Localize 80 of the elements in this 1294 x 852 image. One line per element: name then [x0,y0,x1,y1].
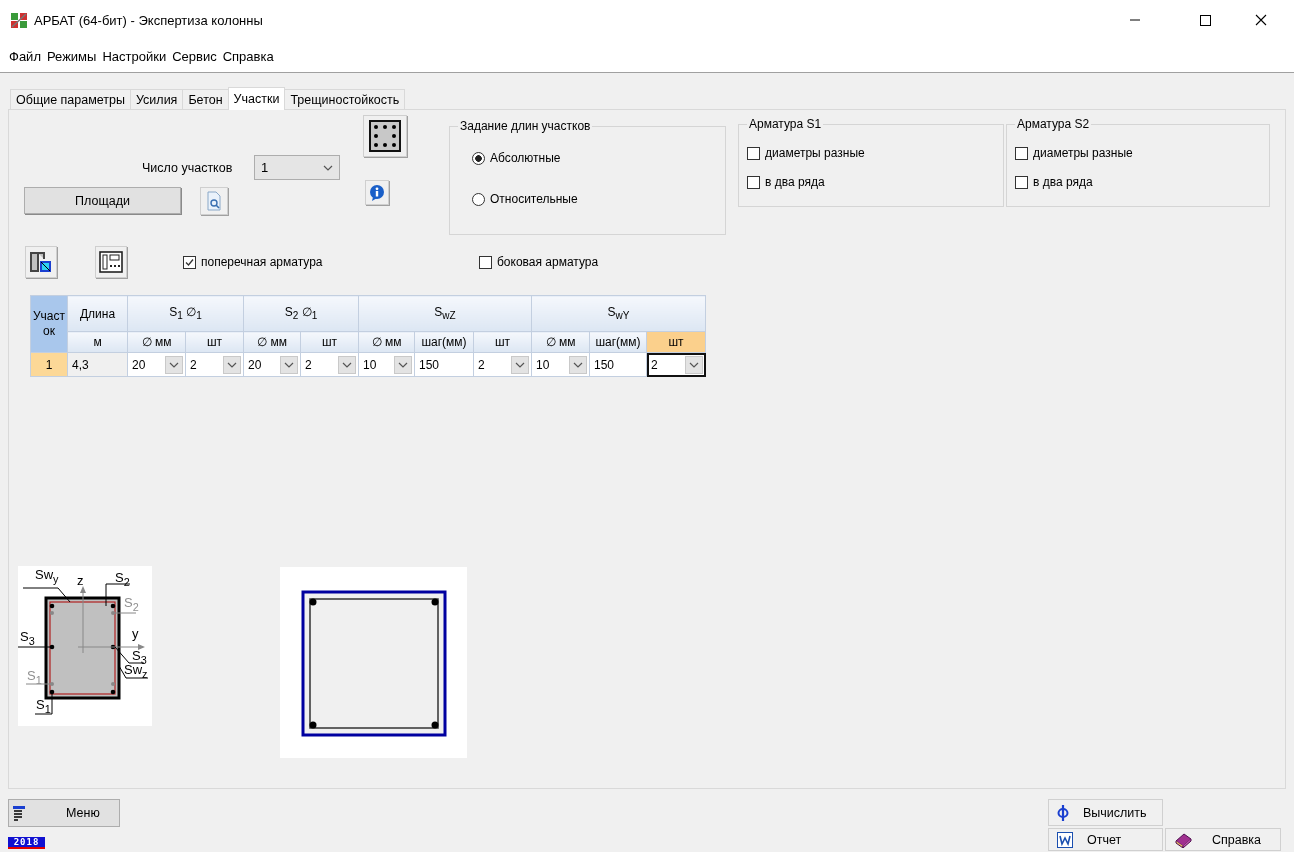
checkbox[interactable] [747,175,760,189]
checkbox[interactable] [183,255,196,269]
field-label: Число участков [142,160,234,175]
menu-button[interactable]: Меню [8,799,120,827]
chevron-down-icon [515,361,525,368]
chevron-down-icon [284,361,294,368]
corner-header: Участок [30,295,68,353]
menu-item[interactable]: Настройки [99,48,170,64]
maximize-icon[interactable] [1198,13,1212,27]
checkbox-label: в два ряда [1033,175,1093,189]
radio-label: Относительные [490,192,578,206]
info-icon [369,184,385,201]
column-header: S$_{wY}$ [531,295,706,332]
phi-icon [1057,804,1069,821]
diagram-label: Sw$_{y}$ [35,568,59,586]
checkbox[interactable] [1015,175,1028,189]
group-title: Арматура S2 [1016,117,1091,131]
menu-icon [12,805,26,821]
diagram-label: z [77,574,84,587]
column-header: Длина [67,295,128,332]
document-search-icon [206,191,222,211]
checkbox-label: в два ряда [765,175,825,189]
checkbox[interactable] [747,146,760,160]
help-button[interactable]: Справка [1165,828,1281,851]
diagram-label: y [132,627,139,640]
diagram-label: S$_{3}$ [132,649,147,666]
chevron-down-icon [689,361,699,368]
grid-layout-button[interactable] [363,115,407,157]
bar-layout-icon [369,120,401,152]
dropdown[interactable]: 1 [254,155,340,180]
version-badge: 2018 [8,837,45,849]
checkbox-label: поперечная арматура [201,255,323,269]
close-icon[interactable] [1254,13,1268,27]
form-button[interactable] [95,246,127,278]
copy-button[interactable] [25,246,57,278]
menu-item[interactable]: Файл [6,48,44,64]
tab[interactable]: Участки [227,87,286,110]
info-button[interactable] [365,180,389,205]
diagram-label: S$_{1}$ [27,669,42,687]
window-title: АРБАТ (64-бит) - Экспертиза колонны [34,12,263,28]
checkbox-label: диаметры разные [1033,146,1133,160]
tab[interactable]: Общие параметры [10,89,131,109]
checkbox[interactable] [479,255,492,269]
checkbox-label: боковая арматура [497,255,599,269]
report-button[interactable]: Отчет [1048,828,1163,851]
menu-item[interactable]: Сервис [169,48,220,64]
column-header: S$_{2}$ ∅$_{1}$ [243,295,359,332]
radio-label: Абсолютные [490,151,561,165]
document-icon [1057,831,1073,848]
calculate-button[interactable]: Вычислить [1048,799,1163,826]
menu-item[interactable]: Справка [219,48,277,64]
chevron-down-icon [227,361,237,368]
diagram-label: S$_{3}$ [20,630,35,648]
tab[interactable]: Трещиностойкость [284,89,406,109]
areas-button[interactable]: Площади [24,187,181,214]
book-icon [1174,831,1192,848]
form-icon [99,251,123,273]
radio-button[interactable] [472,151,485,165]
row-header[interactable]: 1 [30,352,68,377]
checkbox[interactable] [1015,146,1028,160]
group-title: Арматура S1 [748,117,823,131]
chevron-down-icon [169,361,179,368]
diagram-label: Sw$_{z}$ [124,663,148,681]
preview-button[interactable] [200,187,228,215]
copy-icon [29,250,53,274]
diagram-label: S$_{1}$ [36,698,51,716]
chevron-down-icon [323,164,333,171]
chevron-down-icon [573,361,583,368]
diagram-label: S$_{2}$ [115,571,130,589]
menu-item[interactable]: Режимы [43,48,100,64]
diagram-label: S$_{2}$ [124,596,139,614]
app-icon [10,11,28,29]
chevron-down-icon [398,361,408,368]
group-title: Задание длин участков [459,119,592,133]
checkbox-label: диаметры разные [765,146,865,160]
chevron-down-icon [342,361,352,368]
checkmark-icon [184,256,195,268]
column-header: S$_{1}$ ∅$_{1}$ [127,295,244,332]
column-header: S$_{wZ}$ [358,295,532,332]
radio-button[interactable] [472,192,485,206]
